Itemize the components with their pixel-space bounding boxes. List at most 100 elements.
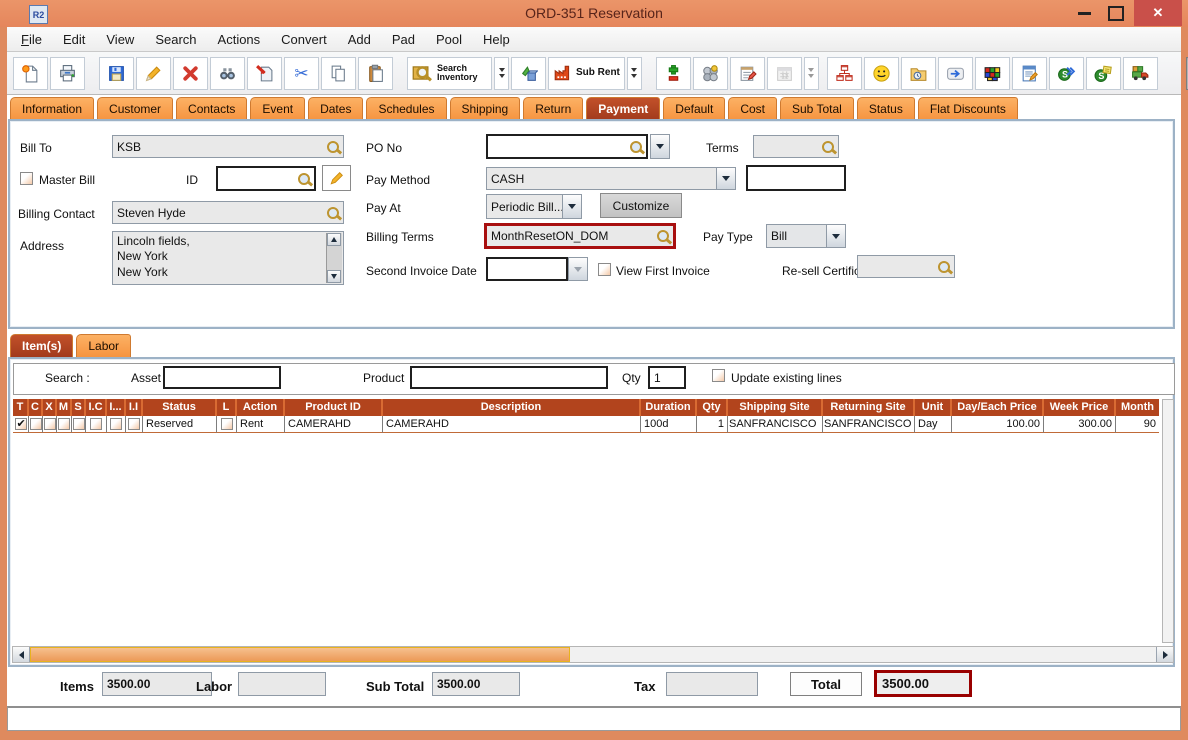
menu-help[interactable]: Help (483, 32, 510, 47)
scrollbar-thumb[interactable] (30, 647, 570, 662)
pay-type-select[interactable]: Bill (766, 224, 846, 248)
items-vertical-scrollbar[interactable] (1162, 399, 1174, 643)
close-icon[interactable]: ✕ (1134, 0, 1182, 26)
address-scrollbar[interactable] (326, 233, 342, 283)
copy-to-button[interactable] (247, 56, 282, 90)
minimize-icon[interactable] (1078, 12, 1091, 15)
search-icon[interactable] (327, 140, 339, 153)
menu-edit[interactable]: Edit (63, 32, 85, 47)
title-bar[interactable]: R2 ORD-351 Reservation ✕ (0, 0, 1188, 27)
menu-add[interactable]: Add (348, 32, 371, 47)
calendar-button[interactable]: 12 (766, 56, 802, 90)
id-field[interactable] (216, 166, 316, 191)
second-invoice-date-dropdown[interactable] (568, 257, 588, 281)
col-header[interactable]: I.I (126, 399, 143, 416)
tab-event[interactable]: Event (250, 97, 306, 120)
col-header-day-price[interactable]: Day/Each Price (952, 399, 1044, 416)
bill-to-field[interactable]: KSB (112, 135, 344, 158)
row-checkbox-l[interactable] (220, 418, 233, 430)
col-header-shipping-site[interactable]: Shipping Site (728, 399, 823, 416)
menu-convert[interactable]: Convert (281, 32, 327, 47)
search-icon[interactable] (938, 260, 950, 273)
menu-pad[interactable]: Pad (392, 32, 415, 47)
col-header[interactable]: S (72, 399, 86, 416)
row-checkbox-t[interactable] (14, 417, 27, 430)
hierarchy-button[interactable] (826, 56, 862, 90)
tab-items[interactable]: Item(s) (10, 334, 74, 357)
tab-customer[interactable]: Customer (97, 97, 174, 120)
pool-button[interactable] (692, 56, 728, 90)
qty-input[interactable]: 1 (648, 366, 686, 389)
asset-input[interactable] (163, 366, 281, 389)
col-header-week-price[interactable]: Week Price (1044, 399, 1116, 416)
delete-button[interactable] (173, 56, 208, 90)
tab-shipping[interactable]: Shipping (449, 97, 521, 120)
col-header-description[interactable]: Description (383, 399, 641, 416)
col-header-action[interactable]: Action (237, 399, 285, 416)
search-icon[interactable] (298, 172, 310, 185)
copy-button[interactable] (321, 56, 356, 90)
find-button[interactable] (210, 56, 245, 90)
tab-default[interactable]: Default (663, 97, 726, 120)
pay-at-select[interactable]: Periodic Bill... (486, 194, 582, 219)
search-icon[interactable] (822, 140, 834, 153)
edit-button[interactable] (136, 56, 171, 90)
menu-file[interactable]: File (21, 32, 42, 47)
document-edit-button[interactable] (1011, 56, 1047, 90)
notes-button[interactable] (729, 56, 765, 90)
pay-method-extra-field[interactable] (746, 165, 846, 191)
row-checkbox-ic[interactable] (90, 418, 102, 430)
items-horizontal-scrollbar[interactable] (12, 646, 1174, 663)
scroll-left-icon[interactable] (13, 647, 30, 662)
customize-button[interactable]: Customize (600, 193, 682, 218)
id-edit-button[interactable] (322, 165, 351, 191)
pay-method-select[interactable]: CASH (486, 167, 736, 190)
col-header[interactable]: M (57, 399, 72, 416)
tab-cost[interactable]: Cost (728, 97, 777, 120)
quickbooks-notes-button[interactable]: S (1085, 56, 1121, 90)
tab-information[interactable]: Information (10, 97, 95, 120)
cut-button[interactable]: ✂ (284, 56, 319, 90)
tab-flat-discounts[interactable]: Flat Discounts (917, 97, 1018, 120)
tab-sub-total[interactable]: Sub Total (780, 97, 854, 120)
tab-labor[interactable]: Labor (76, 334, 132, 357)
second-invoice-date-field[interactable] (486, 257, 568, 281)
table-row[interactable]: Reserved Rent CAMERAHD CAMERAHD 100d 1 S… (13, 416, 1162, 433)
scroll-right-icon[interactable] (1156, 647, 1173, 662)
row-checkbox-x[interactable] (43, 418, 56, 430)
new-button[interactable] (13, 56, 48, 90)
menu-actions[interactable]: Actions (218, 32, 261, 47)
col-header[interactable]: I... (107, 399, 126, 416)
col-header-unit[interactable]: Unit (915, 399, 952, 416)
convert-button[interactable] (511, 56, 546, 90)
chevron-down-icon[interactable] (562, 195, 581, 218)
col-header[interactable]: C (29, 399, 43, 416)
tab-payment[interactable]: Payment (586, 97, 661, 120)
po-no-dropdown[interactable] (650, 134, 670, 159)
col-header[interactable]: L (217, 399, 237, 416)
tab-status[interactable]: Status (856, 97, 915, 120)
scroll-up-icon[interactable] (327, 233, 341, 246)
blocks-button[interactable] (974, 56, 1010, 90)
maximize-icon[interactable] (1108, 6, 1124, 21)
tab-return[interactable]: Return (523, 97, 584, 120)
row-checkbox-ii[interactable] (128, 418, 140, 430)
sub-rent-dropdown[interactable] (626, 56, 642, 90)
terms-field[interactable] (753, 135, 839, 158)
billing-terms-field[interactable]: MonthResetON_DOM (484, 223, 676, 249)
resell-certificate-field[interactable] (857, 255, 955, 278)
col-header[interactable]: X (43, 399, 57, 416)
menu-pool[interactable]: Pool (436, 32, 462, 47)
update-existing-lines-checkbox[interactable] (712, 369, 725, 382)
quickbooks-sync-button[interactable]: S (1048, 56, 1084, 90)
history-button[interactable] (900, 56, 936, 90)
col-header-qty[interactable]: Qty (697, 399, 728, 416)
scroll-down-icon[interactable] (327, 270, 341, 283)
address-field[interactable]: Lincoln fields, New York New York (112, 231, 344, 285)
smiley-button[interactable] (863, 56, 899, 90)
tab-schedules[interactable]: Schedules (366, 97, 447, 120)
master-bill-checkbox[interactable] (20, 172, 33, 185)
search-inventory-button[interactable]: Search Inventory (407, 56, 492, 90)
sub-rent-button[interactable]: Sub Rent (548, 56, 625, 90)
search-icon[interactable] (630, 140, 642, 153)
